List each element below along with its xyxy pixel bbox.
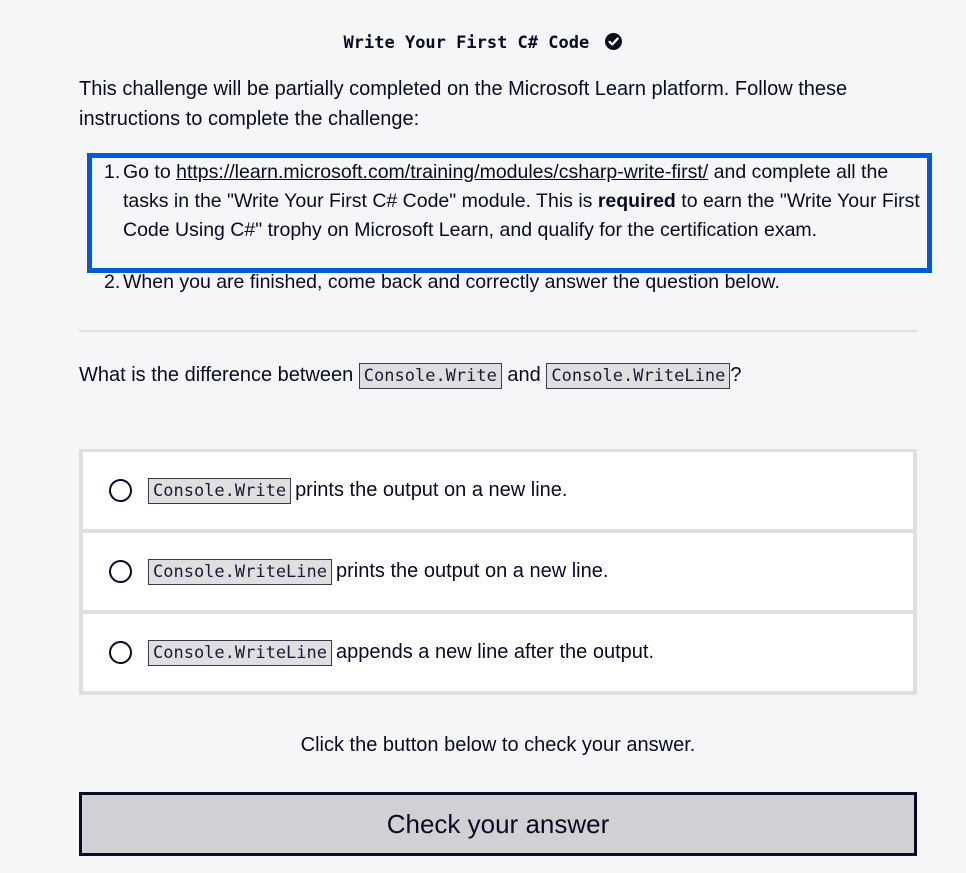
option-code: Console.WriteLine (148, 639, 332, 666)
step-text: When you are finished, come back and cor… (123, 271, 780, 293)
question-code-console-write: Console.Write (358, 363, 502, 389)
answer-option-3[interactable]: Console.WriteLine appends a new line aft… (83, 614, 913, 691)
ms-learn-module-link[interactable]: https://learn.microsoft.com/training/mod… (176, 161, 708, 183)
answer-option-1[interactable]: Console.Write prints the output on a new… (83, 452, 913, 529)
instruction-step-1: 1. Go to https://learn.microsoft.com/trai… (87, 153, 932, 273)
step-number: 1. (104, 161, 121, 183)
divider (79, 330, 917, 332)
option-text: prints the output on a new line. (295, 479, 568, 501)
option-code: Console.WriteLine (148, 558, 332, 585)
option-text: appends a new line after the output. (336, 641, 655, 663)
check-circle-icon (605, 33, 623, 50)
question-prefix: What is the difference between (79, 364, 359, 386)
radio-button[interactable] (109, 479, 132, 502)
instruction-list: 1. Go to https://learn.microsoft.com/trai… (79, 153, 932, 297)
challenge-intro: This challenge will be partially complet… (79, 78, 848, 130)
question-suffix: ? (730, 364, 742, 386)
answer-options: Console.Write prints the output on a new… (79, 449, 917, 695)
option-code: Console.Write (148, 477, 292, 504)
step-number: 2. (104, 271, 121, 293)
answer-option-2[interactable]: Console.WriteLine prints the output on a… (83, 533, 913, 610)
option-text: prints the output on a new line. (336, 560, 609, 582)
instruction-step-2: 2. When you are finished, come back and c… (79, 268, 919, 297)
question-text: What is the difference between Console.W… (79, 360, 917, 391)
question-code-console-writeline: Console.WriteLine (546, 363, 731, 389)
step-prefix: Go to (123, 161, 177, 183)
check-answer-button[interactable]: Check your answer (79, 792, 917, 856)
challenge-title-text: Write Your First C# Code (343, 33, 590, 53)
check-answer-hint: Click the button below to check your ans… (300, 734, 696, 756)
step-emphasis: required (597, 190, 676, 212)
radio-button[interactable] (109, 560, 132, 583)
question-middle: and (501, 364, 547, 386)
challenge-title: Write Your First C# Code (0, 31, 966, 55)
challenge-page: Write Your First C# Code This challenge … (0, 0, 966, 873)
radio-button[interactable] (109, 641, 132, 664)
